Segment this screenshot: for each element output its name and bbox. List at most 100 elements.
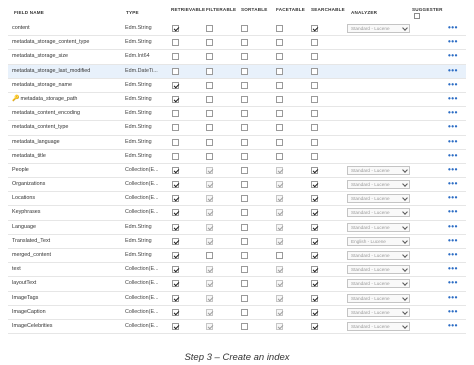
sortable-checkbox[interactable]: [241, 252, 248, 259]
filterable-checkbox[interactable]: [206, 152, 213, 160]
facetable-checkbox[interactable]: [276, 25, 283, 32]
sortable-checkbox[interactable]: [241, 25, 248, 32]
facetable-checkbox[interactable]: [276, 124, 283, 132]
analyzer-dropdown[interactable]: Standard - Lucene: [347, 208, 410, 218]
sortable-checkbox[interactable]: [241, 223, 248, 231]
sortable-checkbox[interactable]: [241, 124, 248, 132]
retrievable-checkbox[interactable]: [172, 67, 179, 75]
analyzer-dropdown[interactable]: Standard - Lucene: [347, 194, 410, 204]
table-row[interactable]: metadata_content_encoding Edm.String •••: [8, 107, 466, 122]
retrievable-checkbox[interactable]: [172, 209, 179, 217]
more-options-button[interactable]: •••: [448, 235, 458, 248]
more-options-button[interactable]: •••: [448, 79, 458, 92]
table-row[interactable]: metadata_title Edm.String •••: [8, 150, 466, 164]
retrievable-checkbox[interactable]: [172, 181, 179, 189]
table-row[interactable]: layoutText Collection(E... Standard - Luce…: [8, 277, 466, 292]
table-row[interactable]: Keyphrases Collection(E... Standard - Luce…: [8, 206, 466, 221]
table-row[interactable]: merged_content Edm.String Standard - Lucen…: [8, 249, 466, 264]
facetable-checkbox[interactable]: [276, 95, 283, 103]
facetable-checkbox[interactable]: [276, 138, 283, 146]
more-options-button[interactable]: •••: [448, 292, 458, 305]
table-row[interactable]: metadata_storage_name Edm.String •••: [8, 79, 466, 93]
more-options-button[interactable]: •••: [448, 107, 458, 120]
sortable-checkbox[interactable]: [241, 181, 248, 189]
table-row[interactable]: metadata_content_type Edm.String •••: [8, 121, 466, 136]
sortable-checkbox[interactable]: [241, 81, 248, 89]
more-options-button[interactable]: •••: [448, 249, 458, 262]
table-row[interactable]: Language Edm.String Standard - Lucene •••: [8, 221, 466, 235]
retrievable-checkbox[interactable]: [172, 280, 179, 288]
facetable-checkbox[interactable]: [276, 81, 283, 89]
retrievable-checkbox[interactable]: [172, 81, 179, 89]
searchable-checkbox[interactable]: [311, 252, 318, 259]
searchable-checkbox[interactable]: [311, 195, 318, 203]
retrievable-checkbox[interactable]: [172, 322, 179, 330]
sortable-checkbox[interactable]: [241, 152, 248, 160]
searchable-checkbox[interactable]: [311, 39, 318, 47]
sortable-checkbox[interactable]: [241, 166, 248, 174]
table-row[interactable]: metadata_storage_content_type Edm.String •…: [8, 36, 466, 51]
searchable-checkbox[interactable]: [311, 166, 318, 174]
facetable-checkbox[interactable]: [276, 237, 283, 245]
table-row[interactable]: ImageCaption Collection(E... Standard - Lu…: [8, 306, 466, 320]
analyzer-dropdown[interactable]: Standard - Lucene: [347, 265, 410, 275]
more-options-button[interactable]: •••: [448, 22, 458, 35]
searchable-checkbox[interactable]: [311, 81, 318, 89]
facetable-checkbox[interactable]: [276, 110, 283, 118]
filterable-checkbox[interactable]: [206, 110, 213, 118]
retrievable-checkbox[interactable]: [172, 152, 179, 160]
suggester-checkbox[interactable]: [414, 13, 420, 19]
searchable-checkbox[interactable]: [311, 67, 318, 75]
retrievable-checkbox[interactable]: [172, 95, 179, 103]
table-row[interactable]: Translated_Text Edm.String English - Lucen…: [8, 235, 466, 249]
sortable-checkbox[interactable]: [241, 294, 248, 302]
facetable-checkbox[interactable]: [276, 223, 283, 231]
retrievable-checkbox[interactable]: [172, 266, 179, 274]
more-options-button[interactable]: •••: [448, 121, 458, 134]
analyzer-dropdown[interactable]: Standard - Lucene: [347, 321, 410, 331]
retrievable-checkbox[interactable]: [172, 308, 179, 316]
searchable-checkbox[interactable]: [311, 53, 318, 61]
retrievable-checkbox[interactable]: [172, 223, 179, 231]
filterable-checkbox[interactable]: [206, 95, 213, 103]
retrievable-checkbox[interactable]: [172, 25, 179, 32]
facetable-checkbox[interactable]: [276, 166, 283, 174]
more-options-button[interactable]: •••: [448, 178, 458, 191]
searchable-checkbox[interactable]: [311, 209, 318, 217]
facetable-checkbox[interactable]: [276, 322, 283, 330]
more-options-button[interactable]: •••: [448, 150, 458, 163]
retrievable-checkbox[interactable]: [172, 252, 179, 259]
retrievable-checkbox[interactable]: [172, 124, 179, 132]
retrievable-checkbox[interactable]: [172, 237, 179, 245]
sortable-checkbox[interactable]: [241, 322, 248, 330]
filterable-checkbox[interactable]: [206, 252, 213, 259]
facetable-checkbox[interactable]: [276, 266, 283, 274]
filterable-checkbox[interactable]: [206, 124, 213, 132]
searchable-checkbox[interactable]: [311, 124, 318, 132]
filterable-checkbox[interactable]: [206, 266, 213, 274]
table-row[interactable]: Organizations Collection(E... Standard - L…: [8, 178, 466, 193]
facetable-checkbox[interactable]: [276, 308, 283, 316]
retrievable-checkbox[interactable]: [172, 166, 179, 174]
sortable-checkbox[interactable]: [241, 95, 248, 103]
sortable-checkbox[interactable]: [241, 237, 248, 245]
filterable-checkbox[interactable]: [206, 81, 213, 89]
searchable-checkbox[interactable]: [311, 322, 318, 330]
searchable-checkbox[interactable]: [311, 95, 318, 103]
filterable-checkbox[interactable]: [206, 209, 213, 217]
searchable-checkbox[interactable]: [311, 181, 318, 189]
filterable-checkbox[interactable]: [206, 280, 213, 288]
filterable-checkbox[interactable]: [206, 166, 213, 174]
facetable-checkbox[interactable]: [276, 181, 283, 189]
retrievable-checkbox[interactable]: [172, 110, 179, 118]
more-options-button[interactable]: •••: [448, 136, 458, 149]
filterable-checkbox[interactable]: [206, 39, 213, 47]
analyzer-dropdown[interactable]: English - Lucene: [347, 236, 410, 246]
facetable-checkbox[interactable]: [276, 252, 283, 259]
sortable-checkbox[interactable]: [241, 53, 248, 61]
table-row[interactable]: text Collection(E... Standard - Lucene •••: [8, 263, 466, 278]
more-options-button[interactable]: •••: [448, 263, 458, 276]
analyzer-dropdown[interactable]: Standard - Lucene: [347, 307, 410, 317]
filterable-checkbox[interactable]: [206, 53, 213, 61]
searchable-checkbox[interactable]: [311, 266, 318, 274]
